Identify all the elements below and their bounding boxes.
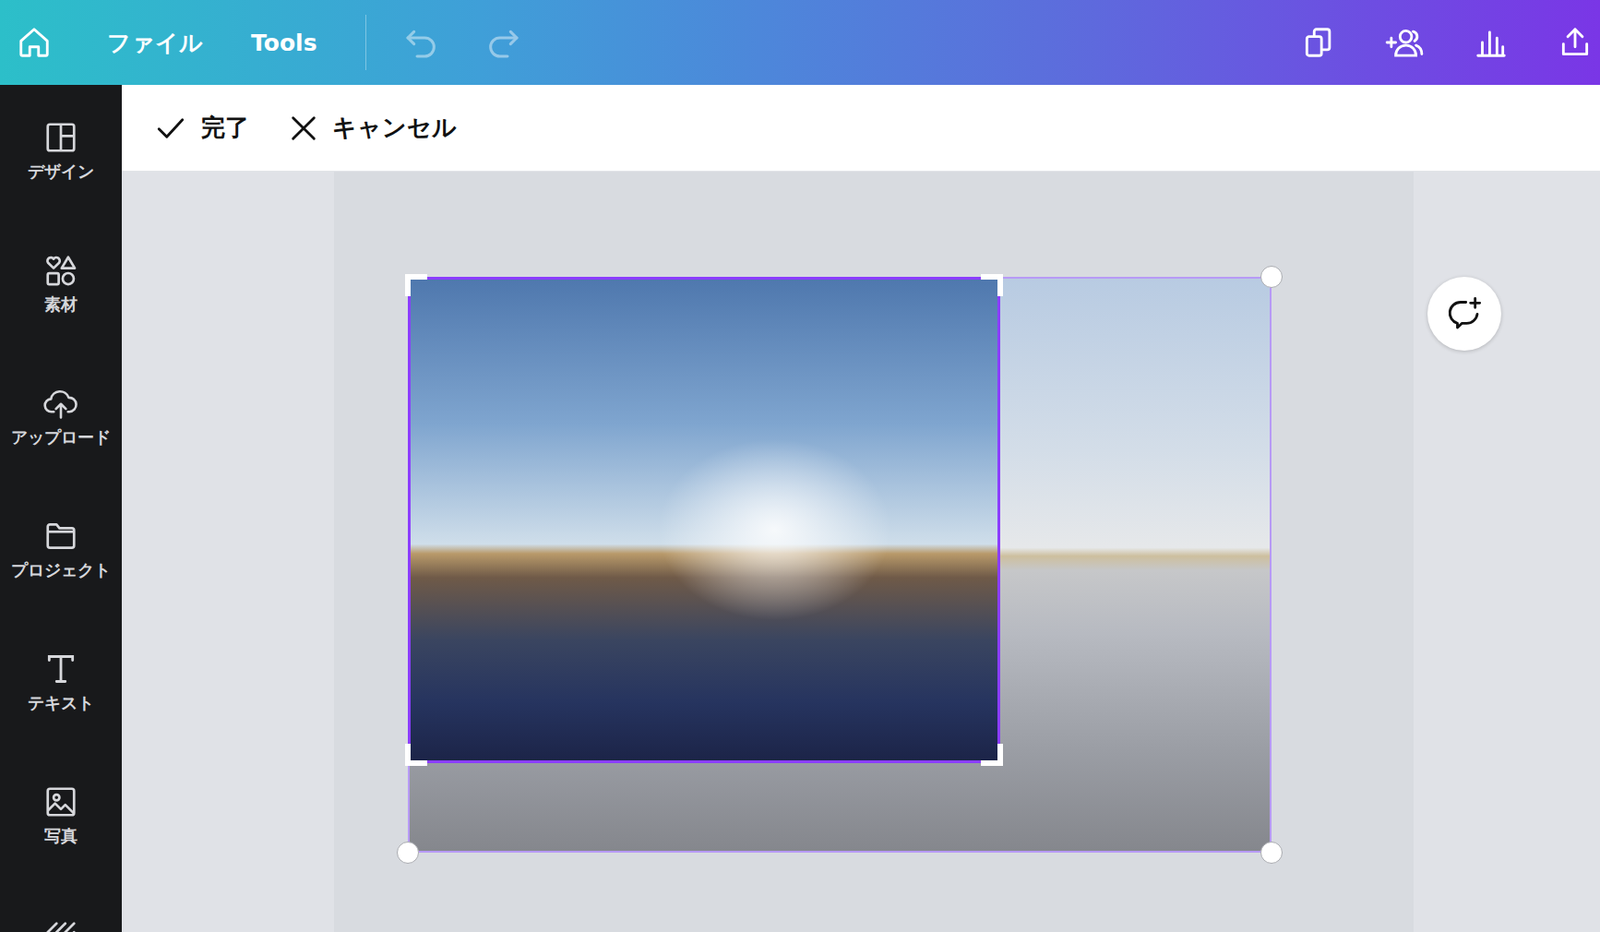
editor: ファイルTools デザイン 素材 アップロード プロジェクト テキスト 写真 … bbox=[0, 0, 1600, 932]
redo-button[interactable] bbox=[462, 21, 544, 64]
sidebar: デザイン 素材 アップロード プロジェクト テキスト 写真 bbox=[0, 84, 122, 932]
layout-icon bbox=[43, 119, 79, 156]
check-icon bbox=[153, 112, 189, 144]
sidebar-label: アップロード bbox=[11, 426, 111, 449]
comment-plus-icon bbox=[1445, 295, 1483, 333]
resize-handle[interactable] bbox=[1260, 841, 1283, 864]
sidebar-label: テキスト bbox=[27, 692, 95, 715]
main-area: 完了 キャンセル bbox=[121, 84, 1600, 932]
sidebar-item[interactable]: アップロード bbox=[0, 350, 122, 484]
crop-handle[interactable] bbox=[405, 274, 428, 297]
bar-chart-icon bbox=[1472, 24, 1510, 60]
resize-handle[interactable] bbox=[396, 841, 419, 864]
upload-icon bbox=[1557, 24, 1593, 60]
workspace: デザイン 素材 アップロード プロジェクト テキスト 写真 完了 キャンセル bbox=[0, 84, 1600, 932]
sidebar-item[interactable]: テキスト bbox=[0, 616, 122, 750]
resize-handle[interactable] bbox=[1260, 265, 1283, 288]
folder-icon bbox=[42, 518, 80, 554]
sidebar-label: 写真 bbox=[44, 824, 78, 848]
insights-button[interactable] bbox=[1448, 19, 1534, 66]
cloud-upload-icon bbox=[42, 385, 80, 421]
done-button[interactable]: 完了 bbox=[147, 104, 255, 152]
sidebar-item[interactable]: デザイン bbox=[0, 84, 122, 218]
crop-handle[interactable] bbox=[980, 743, 1003, 766]
crop-handle[interactable] bbox=[405, 743, 428, 766]
sidebar-item[interactable]: プロジェクト bbox=[0, 483, 122, 617]
redo-icon bbox=[484, 26, 522, 59]
home-button[interactable] bbox=[12, 19, 89, 66]
text-icon bbox=[43, 651, 79, 687]
shapes-icon bbox=[43, 252, 79, 288]
undo-icon bbox=[403, 26, 441, 59]
image-icon bbox=[43, 784, 79, 820]
crop-handle[interactable] bbox=[980, 274, 1003, 297]
add-people-icon bbox=[1384, 24, 1425, 60]
menu-item[interactable]: ファイル bbox=[88, 18, 233, 68]
copy-icon bbox=[1301, 24, 1337, 60]
share-people-button[interactable] bbox=[1360, 19, 1449, 66]
photo-full[interactable] bbox=[407, 276, 1272, 853]
top-bar: ファイルTools bbox=[0, 0, 1600, 85]
divider bbox=[365, 14, 367, 71]
close-icon bbox=[287, 112, 320, 144]
sidebar-label: プロジェクト bbox=[11, 559, 111, 582]
add-comment-button[interactable] bbox=[1427, 276, 1502, 351]
canvas-area bbox=[121, 171, 1600, 932]
background-icon bbox=[43, 919, 79, 932]
sidebar-item[interactable]: 写真 bbox=[0, 749, 122, 883]
sidebar-item[interactable] bbox=[0, 882, 122, 932]
sidebar-label: デザイン bbox=[27, 160, 95, 183]
crop-toolbar: 完了 キャンセル bbox=[121, 84, 1600, 172]
export-button[interactable] bbox=[1533, 19, 1597, 66]
sidebar-label: 素材 bbox=[44, 293, 78, 316]
undo-button[interactable] bbox=[381, 21, 463, 64]
menu-item[interactable]: Tools bbox=[232, 20, 347, 66]
sidebar-item[interactable]: 素材 bbox=[0, 217, 122, 351]
resize-button[interactable] bbox=[1277, 19, 1361, 66]
crop-box[interactable] bbox=[407, 276, 1001, 764]
photo-cropped bbox=[410, 279, 998, 761]
home-icon bbox=[16, 24, 52, 60]
cancel-button[interactable]: キャンセル bbox=[282, 104, 463, 152]
design-page bbox=[334, 171, 1414, 932]
